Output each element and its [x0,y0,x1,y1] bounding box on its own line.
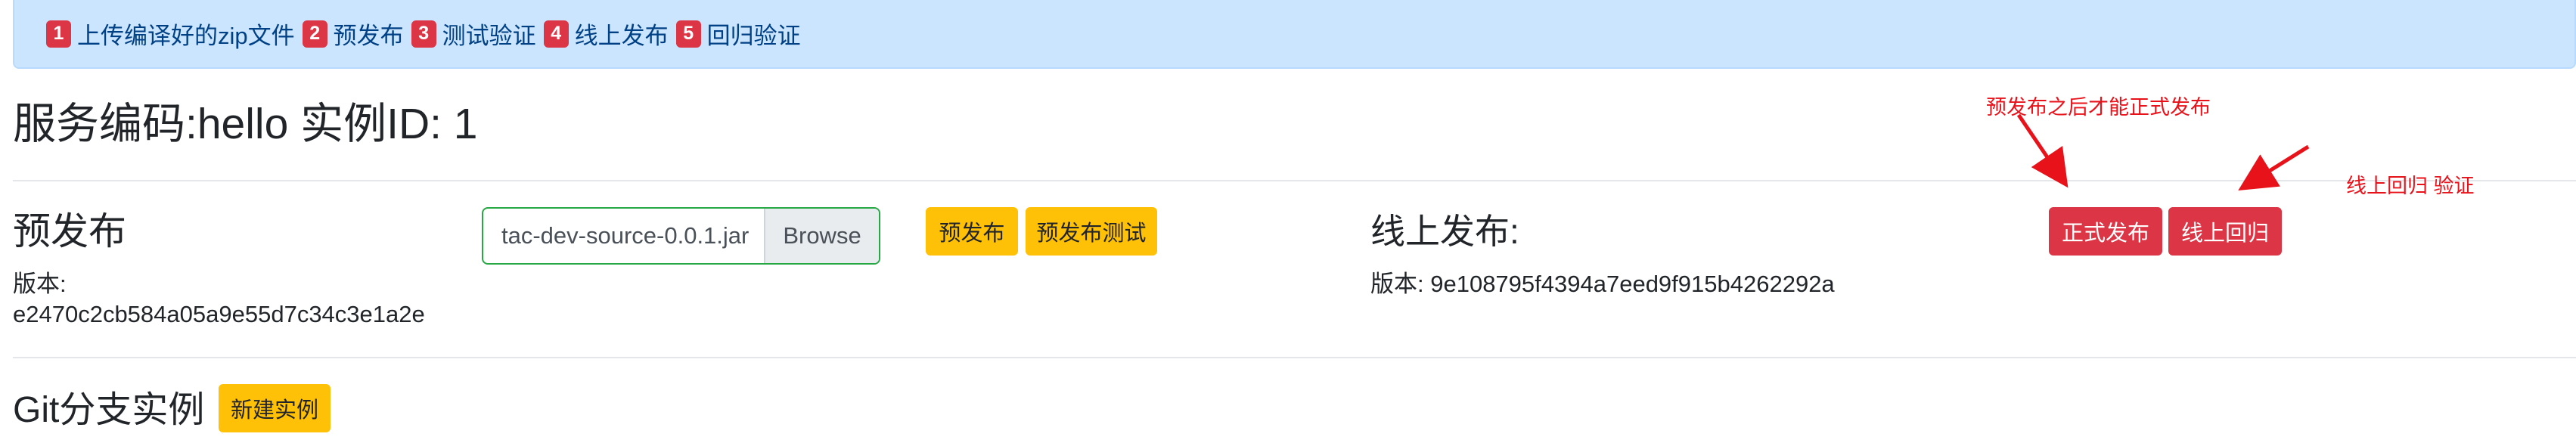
online-publish-title: 线上发布: [1370,212,1519,251]
step-label: 回归验证 [706,23,801,49]
prepublish-test-button[interactable]: 预发布测试 [1026,207,1157,256]
page-title: 服务编码:hello 实例ID: 1 [13,100,478,148]
step-1: 1 上传编译好的zip文件 [46,17,295,51]
step-2: 2 预发布 [302,17,404,51]
step-number-badge: 1 [46,20,71,48]
annotation-regression-note: 线上回归 验证 [2346,175,2475,197]
step-label: 线上发布 [574,23,669,49]
steps-alert: 1 上传编译好的zip文件 2 预发布 3 测试验证 4 线上发布 5 回归验证 [13,0,2576,69]
arrow-to-regression-button [2238,144,2310,191]
step-number-badge: 4 [543,20,569,48]
prepublish-title: 预发布 [13,210,126,252]
step-5: 5 回归验证 [675,17,801,51]
file-name: tac-dev-source-0.0.1.jar [501,222,750,249]
step-label: 预发布 [333,23,404,49]
prepublish-version-label: 版本: [13,271,67,297]
git-branch-title: Git分支实例 [13,390,205,430]
file-upload-input[interactable]: tac-dev-source-0.0.1.jar Browse [482,207,880,265]
step-label: 上传编译好的zip文件 [77,23,295,49]
step-number-badge: 5 [675,20,701,48]
regression-button[interactable]: 线上回归 [2168,207,2282,256]
browse-button[interactable]: Browse [764,209,879,263]
new-instance-button[interactable]: 新建实例 [219,384,331,432]
prepublish-version-value: e2470c2cb584a05a9e55d7c34c3e1a2e [13,301,425,327]
divider [13,357,2576,358]
publish-button[interactable]: 正式发布 [2049,207,2162,256]
arrow-to-publish-button [2016,113,2069,188]
divider [13,180,2576,181]
step-3: 3 测试验证 [411,17,536,51]
step-number-badge: 2 [302,20,327,48]
step-4: 4 线上发布 [543,17,669,51]
prepublish-button[interactable]: 预发布 [926,207,1018,256]
annotation-publish-note: 预发布之后才能正式发布 [1986,96,2211,119]
step-number-badge: 3 [411,20,436,48]
step-label: 测试验证 [442,23,536,49]
online-version: 版本: 9e108795f4394a7eed9f915b4262292a [1370,271,1835,297]
